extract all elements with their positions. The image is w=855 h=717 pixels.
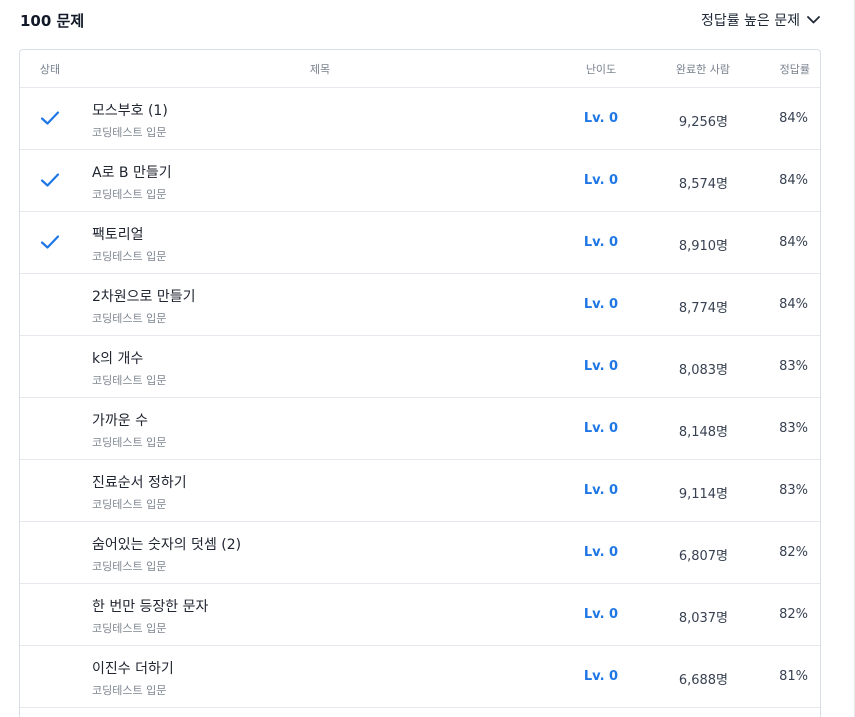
list-header: 100 문제 정답률 높은 문제 xyxy=(0,0,840,44)
problem-count: 100 문제 xyxy=(20,12,85,30)
table-row[interactable]: 숨어있는 숫자의 덧셈 (2) 코딩테스트 입문 Lv. 0 6,807명 82… xyxy=(20,522,820,584)
table-row[interactable]: 모스부호 (1) 코딩테스트 입문 Lv. 0 9,256명 84% xyxy=(20,88,820,150)
problem-title[interactable]: 가까운 수 xyxy=(92,410,148,430)
completed-count: 8,774명 xyxy=(678,301,728,316)
table-body: 모스부호 (1) 코딩테스트 입문 Lv. 0 9,256명 84% A로 B … xyxy=(20,88,820,708)
problem-title[interactable]: A로 B 만들기 xyxy=(92,162,172,182)
table-row[interactable]: k의 개수 코딩테스트 입문 Lv. 0 8,083명 83% xyxy=(20,336,820,398)
sort-label: 정답률 높은 문제 xyxy=(700,13,800,29)
problem-level: Lv. 0 xyxy=(583,297,619,312)
problem-category: 코딩테스트 입문 xyxy=(92,436,167,449)
completed-count: 8,910명 xyxy=(678,239,728,254)
table-header: 상태 제목 난이도 완료한 사람 정답률 xyxy=(20,50,820,88)
correct-rate: 81% xyxy=(779,669,808,684)
problem-level: Lv. 0 xyxy=(583,545,619,560)
completed-count: 8,083명 xyxy=(678,363,728,378)
problem-level: Lv. 0 xyxy=(583,669,619,684)
chevron-down-icon xyxy=(807,16,820,24)
table-row[interactable]: A로 B 만들기 코딩테스트 입문 Lv. 0 8,574명 84% xyxy=(20,150,820,212)
correct-rate: 83% xyxy=(779,483,808,498)
column-header-title[interactable]: 제목 xyxy=(290,61,350,77)
problem-title[interactable]: 이진수 더하기 xyxy=(92,658,174,678)
check-icon xyxy=(40,111,60,125)
sort-dropdown[interactable]: 정답률 높은 문제 xyxy=(701,10,820,30)
correct-rate: 84% xyxy=(779,297,808,312)
check-icon xyxy=(40,235,60,249)
completed-count: 6,807명 xyxy=(678,549,728,564)
problem-title[interactable]: 한 번만 등장한 문자 xyxy=(92,596,208,616)
problem-category: 코딩테스트 입문 xyxy=(92,684,167,697)
completed-count: 9,256명 xyxy=(678,115,728,130)
problem-level: Lv. 0 xyxy=(583,111,619,126)
column-header-status[interactable]: 상태 xyxy=(32,61,68,77)
column-header-level[interactable]: 난이도 xyxy=(570,61,632,77)
problem-level: Lv. 0 xyxy=(583,173,619,188)
problem-level: Lv. 0 xyxy=(583,421,619,436)
correct-rate: 83% xyxy=(779,359,808,374)
completed-count: 6,688명 xyxy=(678,673,728,688)
table-row[interactable]: 이진수 더하기 코딩테스트 입문 Lv. 0 6,688명 81% xyxy=(20,646,820,708)
correct-rate: 82% xyxy=(779,545,808,560)
problem-category: 코딩테스트 입문 xyxy=(92,126,167,139)
problem-title[interactable]: 숨어있는 숫자의 덧셈 (2) xyxy=(92,534,241,554)
correct-rate: 84% xyxy=(779,235,808,250)
problem-title[interactable]: k의 개수 xyxy=(92,348,143,368)
table-row[interactable]: 가까운 수 코딩테스트 입문 Lv. 0 8,148명 83% xyxy=(20,398,820,460)
completed-count: 8,574명 xyxy=(678,177,728,192)
problem-category: 코딩테스트 입문 xyxy=(92,498,167,511)
table-row[interactable]: 진료순서 정하기 코딩테스트 입문 Lv. 0 9,114명 83% xyxy=(20,460,820,522)
problem-table: 상태 제목 난이도 완료한 사람 정답률 모스부호 (1) 코딩테스트 입문 L… xyxy=(19,49,821,717)
correct-rate: 84% xyxy=(779,173,808,188)
problem-title[interactable]: 팩토리얼 xyxy=(92,224,144,244)
completed-count: 8,148명 xyxy=(678,425,728,440)
problem-title[interactable]: 2차원으로 만들기 xyxy=(92,286,196,306)
completed-count: 9,114명 xyxy=(678,487,728,502)
problem-category: 코딩테스트 입문 xyxy=(92,250,167,263)
table-row[interactable]: 2차원으로 만들기 코딩테스트 입문 Lv. 0 8,774명 84% xyxy=(20,274,820,336)
correct-rate: 82% xyxy=(779,607,808,622)
correct-rate: 83% xyxy=(779,421,808,436)
problem-list-page: 100 문제 정답률 높은 문제 상태 제목 난이도 완료한 사람 정답률 모스… xyxy=(0,0,855,717)
column-header-completed[interactable]: 완료한 사람 xyxy=(650,61,730,77)
check-icon xyxy=(40,173,60,187)
problem-level: Lv. 0 xyxy=(583,235,619,250)
problem-level: Lv. 0 xyxy=(583,607,619,622)
problem-title[interactable]: 모스부호 (1) xyxy=(92,100,168,120)
table-row[interactable]: 한 번만 등장한 문자 코딩테스트 입문 Lv. 0 8,037명 82% xyxy=(20,584,820,646)
problem-level: Lv. 0 xyxy=(583,483,619,498)
table-row[interactable]: 팩토리얼 코딩테스트 입문 Lv. 0 8,910명 84% xyxy=(20,212,820,274)
problem-category: 코딩테스트 입문 xyxy=(92,312,167,325)
problem-category: 코딩테스트 입문 xyxy=(92,560,167,573)
correct-rate: 84% xyxy=(779,111,808,126)
problem-category: 코딩테스트 입문 xyxy=(92,622,167,635)
problem-level: Lv. 0 xyxy=(583,359,619,374)
problem-category: 코딩테스트 입문 xyxy=(92,374,167,387)
column-header-rate[interactable]: 정답률 xyxy=(760,61,810,77)
problem-title[interactable]: 진료순서 정하기 xyxy=(92,472,187,492)
completed-count: 8,037명 xyxy=(678,611,728,626)
problem-category: 코딩테스트 입문 xyxy=(92,188,167,201)
